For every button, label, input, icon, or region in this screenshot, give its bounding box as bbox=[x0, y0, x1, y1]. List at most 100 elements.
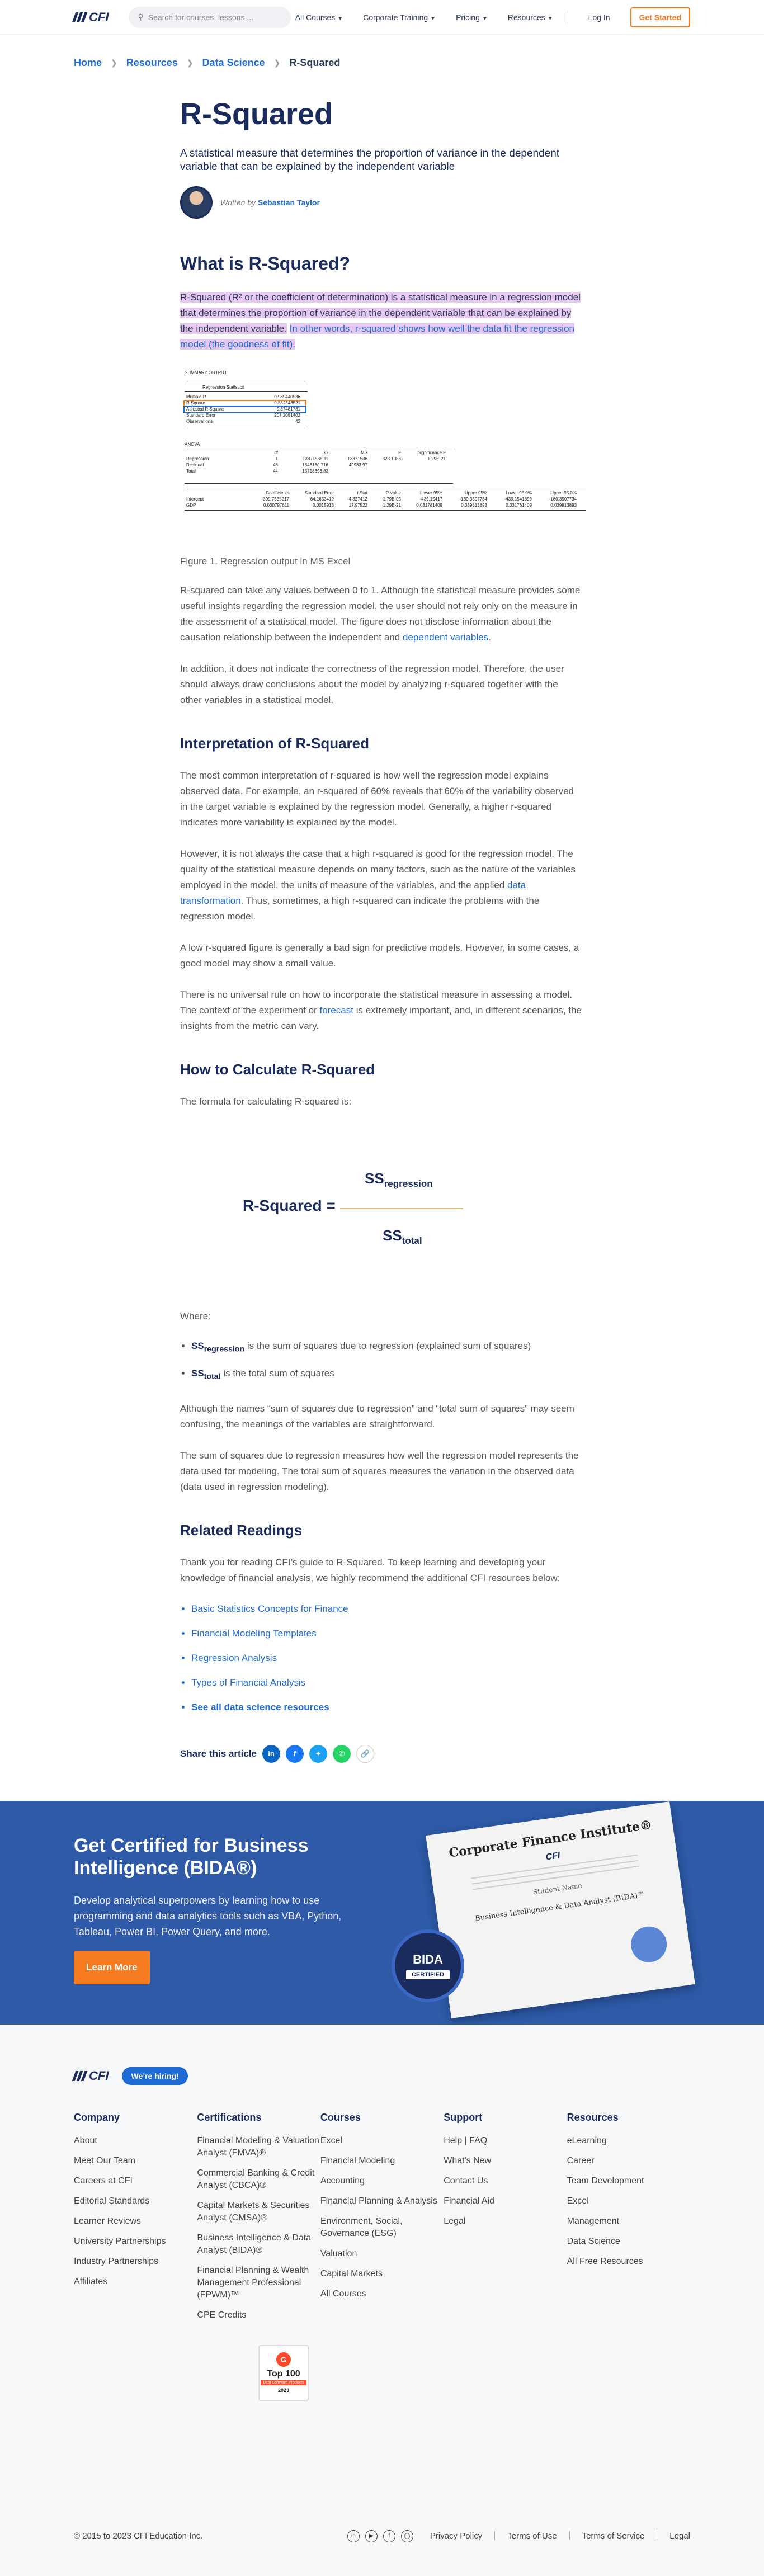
footer-link[interactable]: Financial Planning & Analysis bbox=[320, 2195, 444, 2207]
footer-link[interactable]: Meet Our Team bbox=[74, 2155, 197, 2167]
footer-link[interactable]: Environment, Social, Governance (ESG) bbox=[320, 2215, 444, 2240]
breadcrumb-data-science[interactable]: Data Science bbox=[202, 57, 265, 69]
footer-link[interactable]: Learner Reviews bbox=[74, 2215, 197, 2228]
cfi-logo[interactable]: CFI bbox=[72, 10, 109, 25]
copy-link-icon[interactable]: 🔗 bbox=[356, 1744, 375, 1763]
related-link[interactable]: Financial Modeling Templates bbox=[191, 1626, 582, 1641]
footer-link[interactable]: About bbox=[74, 2135, 197, 2147]
login-link[interactable]: Log In bbox=[588, 13, 610, 22]
paragraph-8: Although the names “sum of squares due t… bbox=[180, 1403, 574, 1429]
related-link[interactable]: Basic Statistics Concepts for Finance bbox=[191, 1602, 582, 1616]
twitter-icon[interactable]: ✦ bbox=[309, 1744, 328, 1763]
heading-how-to-calculate: How to Calculate R-Squared bbox=[180, 1061, 375, 1078]
forecast-link[interactable]: forecast bbox=[319, 1005, 353, 1016]
copyright: © 2015 to 2023 CFI Education Inc. bbox=[74, 2531, 203, 2541]
see-all-link[interactable]: See all data science resources bbox=[191, 1700, 582, 1715]
footer-link[interactable]: Excel bbox=[320, 2135, 444, 2147]
formula-lhs: R-Squared = bbox=[243, 1197, 336, 1214]
footer-link[interactable]: Help | FAQ bbox=[444, 2135, 567, 2147]
footer-link[interactable]: What's New bbox=[444, 2155, 567, 2167]
learn-more-button[interactable]: Learn More bbox=[74, 1950, 150, 1984]
footer-link[interactable]: All Courses bbox=[320, 2288, 444, 2300]
formula-variables-list: SSregression is the sum of squares due t… bbox=[191, 1338, 582, 1385]
footer-link[interactable]: Commercial Banking & Credit Analyst (CBC… bbox=[197, 2167, 320, 2192]
paragraph-5: A low r-squared figure is generally a ba… bbox=[180, 942, 579, 969]
chevron-right-icon: ❯ bbox=[111, 58, 117, 67]
footer-link[interactable]: University Partnerships bbox=[74, 2235, 197, 2248]
footer-link[interactable]: Industry Partnerships bbox=[74, 2256, 197, 2268]
g2-title: Top 100 bbox=[267, 2369, 300, 2379]
nav-corporate-training[interactable]: Corporate Training ▼ bbox=[363, 13, 436, 22]
footer-link[interactable]: Legal bbox=[444, 2215, 567, 2228]
nav-all-courses[interactable]: All Courses ▼ bbox=[295, 13, 343, 22]
facebook-icon[interactable]: f bbox=[383, 2530, 395, 2542]
footer-link[interactable]: Capital Markets bbox=[320, 2268, 444, 2280]
footer-link[interactable]: Financial Modeling & Valuation Analyst (… bbox=[197, 2135, 320, 2159]
footer-link[interactable]: Excel bbox=[567, 2195, 690, 2207]
dependent-variables-link[interactable]: dependent variables bbox=[403, 632, 488, 643]
footer-link[interactable]: Financial Planning & Wealth Management P… bbox=[197, 2264, 320, 2301]
footer-link[interactable]: Contact Us bbox=[444, 2175, 567, 2187]
site-footer: CFI We’re hiring! Company About Meet Our… bbox=[0, 2024, 764, 2576]
footer-link[interactable]: Management bbox=[567, 2215, 690, 2228]
g2-award-badge: G Top 100 Best Software Products 2023 bbox=[258, 2344, 314, 2407]
footer-col-courses: Courses Excel Financial Modeling Account… bbox=[320, 2112, 444, 2329]
footer-link[interactable]: CPE Credits bbox=[197, 2309, 320, 2322]
instagram-icon[interactable]: ◯ bbox=[400, 2530, 413, 2542]
g2-year: 2023 bbox=[277, 2388, 290, 2394]
chevron-down-icon: ▼ bbox=[482, 15, 488, 22]
youtube-icon[interactable]: ▶ bbox=[365, 2530, 378, 2542]
hiring-badge[interactable]: We’re hiring! bbox=[122, 2067, 188, 2085]
footer-link[interactable]: Team Development bbox=[567, 2175, 690, 2187]
paragraph-2: In addition, it does not indicate the co… bbox=[180, 663, 564, 705]
heading-what-is: What is R-Squared? bbox=[180, 253, 351, 273]
related-link[interactable]: Regression Analysis bbox=[191, 1651, 582, 1666]
terms-of-service-link[interactable]: Terms of Service bbox=[582, 2531, 645, 2541]
page-title: R-Squared bbox=[180, 97, 333, 131]
footer-logo[interactable]: CFI bbox=[72, 2069, 109, 2083]
footer-link[interactable]: Editorial Standards bbox=[74, 2195, 197, 2207]
linkedin-icon[interactable]: in bbox=[262, 1744, 281, 1763]
article-lede: A statistical measure that determines th… bbox=[180, 148, 560, 173]
footer-columns: Company About Meet Our Team Careers at C… bbox=[74, 2112, 690, 2329]
breadcrumb-home[interactable]: Home bbox=[74, 57, 102, 69]
footer-link[interactable]: Financial Aid bbox=[444, 2195, 567, 2207]
breadcrumb-resources[interactable]: Resources bbox=[126, 57, 178, 69]
footer-link[interactable]: Capital Markets & Securities Analyst (CM… bbox=[197, 2200, 320, 2224]
whatsapp-icon[interactable]: ✆ bbox=[333, 1744, 351, 1763]
list-item: SStotal is the total sum of squares bbox=[191, 1365, 582, 1385]
nav-resources[interactable]: Resources ▼ bbox=[508, 13, 553, 22]
linkedin-icon[interactable]: in bbox=[347, 2530, 360, 2542]
get-started-button[interactable]: Get Started bbox=[630, 7, 690, 27]
social-links: in ▶ f ◯ bbox=[347, 2530, 413, 2542]
privacy-policy-link[interactable]: Privacy Policy bbox=[430, 2531, 482, 2541]
footer-link[interactable]: Accounting bbox=[320, 2175, 444, 2187]
footer-col-certifications: Certifications Financial Modeling & Valu… bbox=[197, 2112, 320, 2329]
divider bbox=[494, 2531, 496, 2541]
footer-link[interactable]: Data Science bbox=[567, 2235, 690, 2248]
footer-link[interactable]: Careers at CFI bbox=[74, 2175, 197, 2187]
legal-link[interactable]: Legal bbox=[669, 2531, 690, 2541]
facebook-icon[interactable]: f bbox=[286, 1744, 304, 1763]
footer-link[interactable]: Valuation bbox=[320, 2248, 444, 2260]
footer-link[interactable]: Career bbox=[567, 2155, 690, 2167]
related-link[interactable]: Types of Financial Analysis bbox=[191, 1676, 582, 1690]
chevron-right-icon: ❯ bbox=[273, 58, 281, 67]
footer-link[interactable]: Financial Modeling bbox=[320, 2155, 444, 2167]
g2-icon: G bbox=[276, 2352, 291, 2367]
footer-link[interactable]: All Free Resources bbox=[567, 2256, 690, 2268]
written-by-label: Written by bbox=[220, 198, 256, 207]
paragraph-10: Thank you for reading CFI’s guide to R-S… bbox=[180, 1556, 560, 1583]
list-item: SSregression is the sum of squares due t… bbox=[191, 1338, 582, 1357]
footer-link[interactable]: Affiliates bbox=[74, 2276, 197, 2288]
terms-of-use-link[interactable]: Terms of Use bbox=[507, 2531, 557, 2541]
footer-link[interactable]: eLearning bbox=[567, 2135, 690, 2147]
nav-pricing[interactable]: Pricing ▼ bbox=[456, 13, 488, 22]
author-link[interactable]: Sebastian Taylor bbox=[258, 198, 320, 207]
formula-fraction-bar bbox=[340, 1208, 463, 1209]
footer-link[interactable]: Business Intelligence & Data Analyst (BI… bbox=[197, 2232, 320, 2257]
article: R-Squared A statistical measure that det… bbox=[180, 97, 586, 1763]
search-placeholder: Search for courses, lessons ... bbox=[148, 12, 254, 22]
search-input[interactable]: ⚲ Search for courses, lessons ... bbox=[129, 6, 291, 28]
logo-mark-icon bbox=[72, 2070, 88, 2081]
